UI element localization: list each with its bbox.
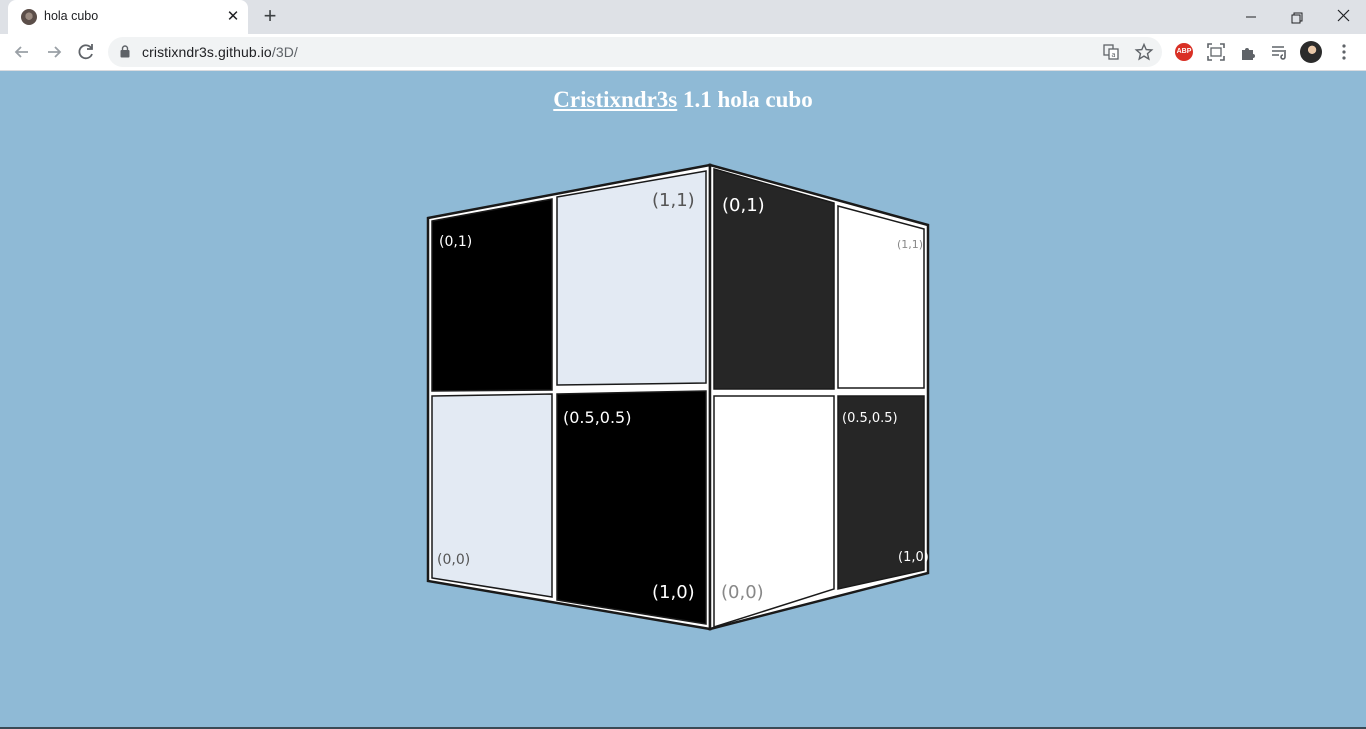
left-label-mid: (0.5,0.5): [563, 408, 631, 427]
url-text: cristixndr3s.github.io/3D/: [142, 44, 298, 60]
page-viewport: Cristixndr3s 1.1 hola cubo (0,1) (1,1) (…: [0, 71, 1366, 727]
right-label-top-right: (1,1): [897, 238, 923, 251]
left-label-top-left: (0,1): [439, 234, 472, 250]
browser-tab[interactable]: hola cubo ✕: [8, 0, 248, 34]
reload-icon: [78, 44, 93, 60]
close-icon: [1337, 9, 1350, 22]
bookmark-star-icon[interactable]: [1134, 42, 1154, 62]
profile-avatar[interactable]: [1300, 41, 1322, 63]
tab-strip: hola cubo ✕ +: [0, 0, 1366, 34]
left-label-bottom-right: (1,0): [652, 582, 695, 603]
extensions-puzzle-icon[interactable]: [1238, 42, 1258, 62]
left-tile-top-left: [431, 198, 553, 392]
close-tab-icon[interactable]: ✕: [223, 7, 243, 27]
svg-text:a: a: [1111, 51, 1115, 59]
back-button[interactable]: [8, 38, 36, 66]
left-label-bottom-left: (0,0): [437, 552, 470, 568]
reload-button[interactable]: [72, 38, 100, 66]
url-host: cristixndr3s.github.io: [142, 44, 272, 60]
tab-title: hola cubo: [44, 9, 99, 23]
screen-capture-icon[interactable]: [1206, 42, 1226, 62]
forward-button[interactable]: [40, 38, 68, 66]
back-arrow-icon: [14, 46, 28, 58]
browser-toolbar: cristixndr3s.github.io/3D/ a ABP: [0, 34, 1366, 71]
right-label-bottom-left: (0,0): [721, 582, 764, 603]
forward-arrow-icon: [48, 46, 62, 58]
url-path: /3D/: [271, 44, 298, 60]
restore-button[interactable]: [1274, 4, 1320, 30]
cube-3d: (0,1) (1,1) (0.5,0.5) (0,0) (1,0) (0,1) …: [426, 163, 930, 631]
restore-icon: [1291, 12, 1303, 24]
right-tile-top-right: [837, 205, 925, 389]
minimize-button[interactable]: [1228, 4, 1274, 30]
address-bar[interactable]: cristixndr3s.github.io/3D/ a: [108, 37, 1162, 67]
minimize-icon: [1246, 16, 1256, 18]
adblock-plus-icon[interactable]: ABP: [1175, 43, 1193, 61]
right-label-mid: (0.5,0.5): [842, 411, 898, 426]
right-label-top-left: (0,1): [722, 195, 765, 216]
menu-kebab-icon[interactable]: [1336, 42, 1356, 62]
new-tab-button[interactable]: +: [258, 5, 282, 29]
close-window-button[interactable]: [1320, 4, 1366, 30]
right-label-bottom-right: (1,0): [898, 550, 929, 565]
translate-icon[interactable]: a: [1101, 42, 1121, 62]
lock-icon: [120, 45, 130, 58]
site-favicon-icon: [21, 9, 37, 25]
left-label-top-right: (1,1): [652, 190, 695, 211]
media-queue-icon[interactable]: [1270, 42, 1290, 62]
